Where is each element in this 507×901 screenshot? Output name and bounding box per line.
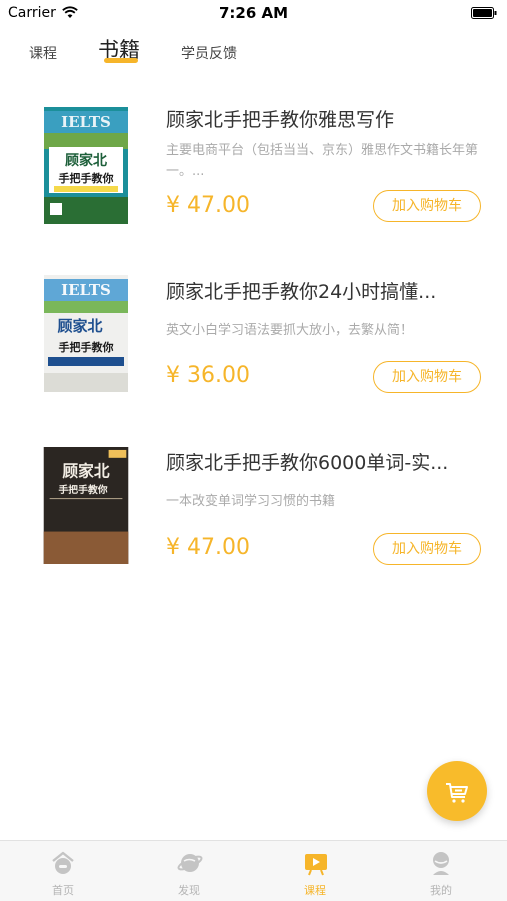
- home-icon: [52, 851, 74, 874]
- product-item[interactable]: IELTS 顾家北 手把手教你 顾家北手把手教你雅思写作 主要电商平台（包括当当…: [0, 95, 507, 245]
- profile-icon: [433, 852, 449, 875]
- nav-home-label: 首页: [52, 884, 74, 897]
- book-cover-image[interactable]: IELTS 顾家北 手把手教你: [44, 275, 128, 392]
- battery-icon: [471, 7, 497, 19]
- add-to-cart-button[interactable]: 加入购物车: [373, 361, 481, 393]
- nav-profile-label: 我的: [430, 884, 452, 897]
- svg-text:顾家北: 顾家北: [57, 317, 102, 335]
- clock: 7:26 AM: [218, 4, 289, 22]
- product-description: 主要电商平台（包括当当、京东）雅思作文书籍长年第一。...: [166, 143, 479, 179]
- product-title[interactable]: 顾家北手把手教你24小时搞懂...: [166, 277, 490, 304]
- nav-home[interactable]: 首页: [0, 841, 126, 901]
- cart-icon: [446, 783, 468, 803]
- nav-courses-label: 课程: [304, 884, 326, 897]
- product-description: 一本改变单词学习习惯的书籍: [166, 494, 336, 509]
- nav-discover-label: 发现: [178, 884, 200, 897]
- product-price: ¥ 47.00: [166, 193, 250, 218]
- add-to-cart-button[interactable]: 加入购物车: [373, 533, 481, 565]
- product-item[interactable]: IELTS 顾家北 手把手教你 顾家北手把手教你24小时搞懂... 英文小白学习…: [0, 265, 507, 415]
- product-title[interactable]: 顾家北手把手教你6000单词-实...: [166, 448, 490, 475]
- bottom-tab-bar: 首页 发现 课程 我的: [0, 840, 507, 901]
- product-item[interactable]: 顾家北 手把手教你 顾家北手把手教你6000单词-实... 一本改变单词学习习惯…: [0, 435, 507, 585]
- tab-student-feedback[interactable]: 学员反馈: [181, 43, 237, 63]
- svg-text:顾家北: 顾家北: [65, 152, 107, 169]
- product-title[interactable]: 顾家北手把手教你雅思写作: [166, 105, 490, 132]
- status-bar: Carrier 7:26 AM: [0, 0, 507, 26]
- nav-discover[interactable]: 发现: [126, 841, 252, 901]
- floating-cart-button[interactable]: [427, 761, 487, 821]
- add-to-cart-button[interactable]: 加入购物车: [373, 190, 481, 222]
- svg-text:IELTS: IELTS: [61, 281, 111, 299]
- nav-profile[interactable]: 我的: [378, 841, 504, 901]
- svg-text:手把手教你: 手把手教你: [59, 340, 114, 354]
- svg-text:手把手教你: 手把手教你: [59, 171, 114, 185]
- product-price: ¥ 36.00: [166, 363, 250, 388]
- svg-text:IELTS: IELTS: [61, 113, 111, 131]
- nav-courses[interactable]: 课程: [252, 841, 378, 901]
- book-cover-image[interactable]: IELTS 顾家北 手把手教你: [44, 107, 128, 224]
- active-tab-indicator: [104, 58, 138, 63]
- product-price: ¥ 47.00: [166, 535, 250, 560]
- top-tab-bar: 课程 书籍 学员反馈: [0, 30, 507, 80]
- planet-icon: [177, 854, 203, 872]
- product-description: 英文小白学习语法要抓大放小，去繁从简！: [166, 323, 414, 338]
- svg-text:顾家北: 顾家北: [62, 461, 109, 480]
- tab-courses[interactable]: 课程: [29, 43, 57, 63]
- svg-text:手把手教你: 手把手教你: [58, 483, 107, 496]
- play-board-icon: [305, 854, 327, 876]
- book-cover-image[interactable]: 顾家北 手把手教你: [43, 447, 129, 564]
